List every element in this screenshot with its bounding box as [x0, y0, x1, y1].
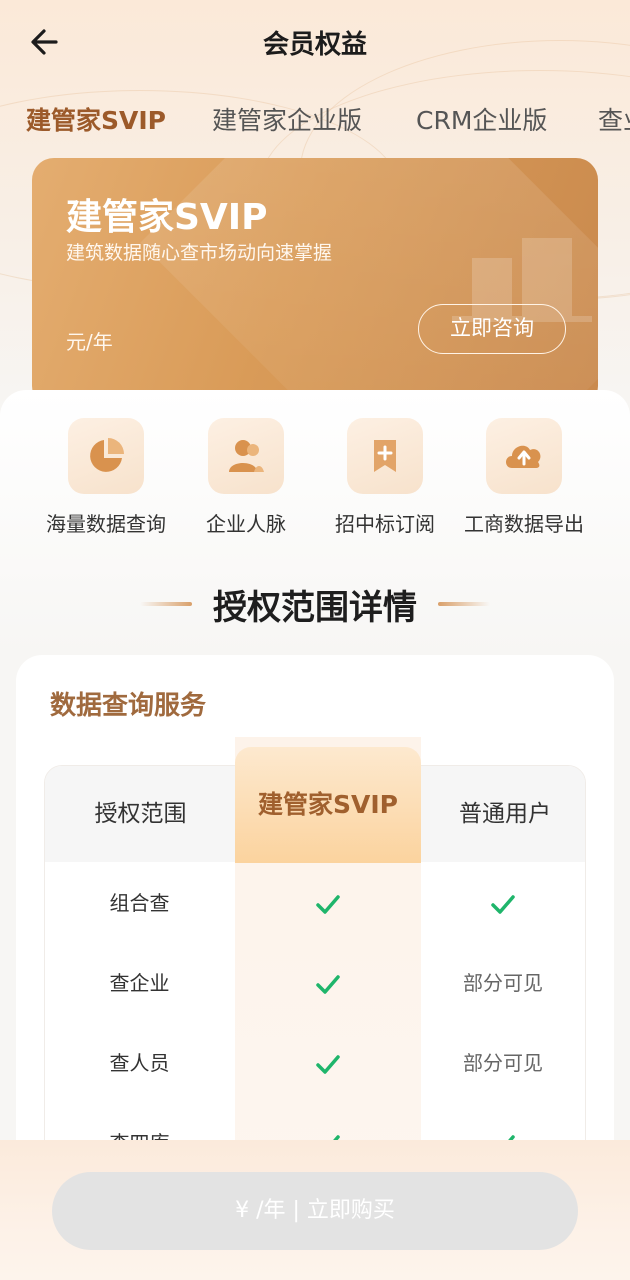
check-icon [316, 974, 340, 994]
svip-check [235, 943, 421, 1023]
tab-bar: 建管家SVIP 建管家企业版 CRM企业版 查业 [0, 100, 630, 144]
normal-check [421, 863, 585, 943]
table-row: 组合查 [44, 863, 586, 943]
table-row: 查企业 部分可见 [44, 943, 586, 1023]
bookmark-plus-icon [347, 418, 423, 494]
svip-check [235, 1023, 421, 1103]
header-normal: 普通用户 [459, 801, 551, 827]
membership-card: 建管家SVIP 建筑数据随心查市场动向速掌握 元/年 立即咨询 [32, 158, 598, 408]
buy-button[interactable]: ¥ /年 | 立即购买 [52, 1172, 578, 1250]
cloud-upload-icon [486, 418, 562, 494]
check-icon [491, 894, 515, 914]
section-heading: 授权范围详情 [0, 580, 630, 630]
consult-button[interactable]: 立即咨询 [418, 304, 566, 354]
card-title: 数据查询服务 [50, 691, 207, 721]
feature-export[interactable]: 工商数据导出 [454, 418, 594, 537]
header: 会员权益 [0, 0, 630, 84]
membership-subtitle: 建筑数据随心查市场动向速掌握 [66, 242, 333, 264]
pie-chart-icon [68, 418, 144, 494]
header-scope: 授权范围 [94, 801, 187, 827]
feature-grid: 海量数据查询 企业人脉 招中标订阅 工商数据导出 [0, 418, 630, 538]
row-label: 查企业 [109, 971, 170, 995]
tab-more[interactable]: 查业 [598, 100, 630, 142]
row-label: 组合查 [109, 891, 170, 915]
tab-enterprise[interactable]: 建管家企业版 [212, 100, 362, 142]
normal-value: 部分可见 [463, 1051, 543, 1075]
membership-price: 元/年 [66, 330, 113, 354]
feature-bid-subscribe[interactable]: 招中标订阅 [315, 418, 455, 537]
membership-name: 建管家SVIP [66, 197, 268, 238]
feature-label: 招中标订阅 [335, 512, 435, 536]
row-label: 查人员 [109, 1051, 170, 1075]
normal-value: 部分可见 [463, 971, 543, 995]
feature-label: 工商数据导出 [464, 512, 584, 536]
tab-crm[interactable]: CRM企业版 [416, 100, 547, 142]
table-row: 查人员 部分可见 [44, 1023, 586, 1103]
people-icon [208, 418, 284, 494]
heading-divider-right [438, 602, 490, 606]
feature-label: 企业人脉 [206, 512, 286, 536]
check-icon [316, 894, 340, 914]
header-svip: 建管家SVIP [235, 747, 421, 863]
feature-label: 海量数据查询 [46, 512, 166, 536]
tab-svip[interactable]: 建管家SVIP [26, 100, 166, 142]
feature-data-query[interactable]: 海量数据查询 [36, 418, 176, 537]
feature-contacts[interactable]: 企业人脉 [176, 418, 316, 537]
svip-check [235, 863, 421, 943]
section-title: 授权范围详情 [213, 588, 417, 628]
page-title: 会员权益 [262, 30, 367, 60]
check-icon [316, 1054, 340, 1074]
